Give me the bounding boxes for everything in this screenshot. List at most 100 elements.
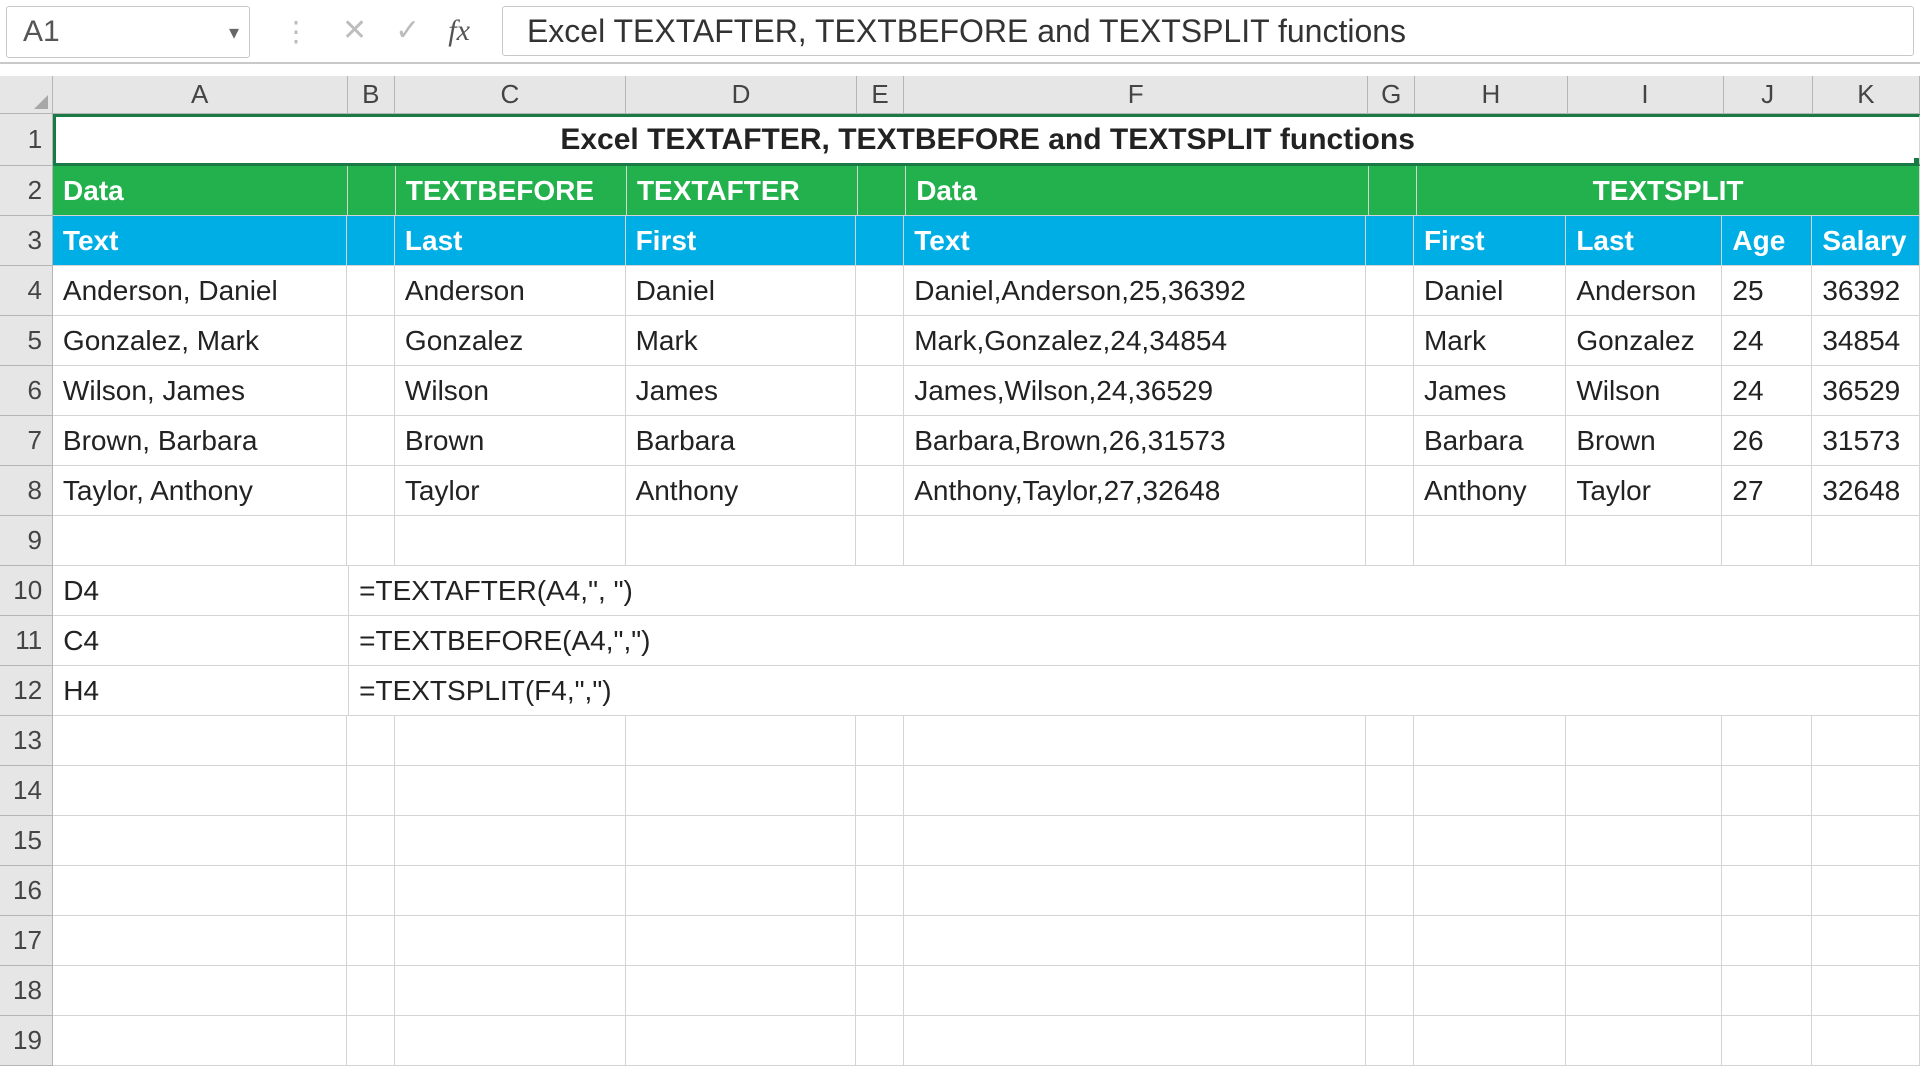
cell-H14[interactable]	[1414, 766, 1566, 816]
cell-C16[interactable]	[395, 866, 626, 916]
cell-B5[interactable]	[347, 316, 395, 366]
cell-K5[interactable]: 34854	[1812, 316, 1920, 366]
row-header-11[interactable]: 11	[0, 616, 53, 666]
cell-C13[interactable]	[395, 716, 626, 766]
cell-E3[interactable]	[856, 216, 904, 266]
cell-K4[interactable]: 36392	[1812, 266, 1920, 316]
cell-C17[interactable]	[395, 916, 626, 966]
cell-G16[interactable]	[1366, 866, 1414, 916]
cell-J16[interactable]	[1722, 866, 1812, 916]
cell-E8[interactable]	[856, 466, 904, 516]
cell-A6[interactable]: Wilson, James	[53, 366, 347, 416]
cell-G17[interactable]	[1366, 916, 1414, 966]
cell-G15[interactable]	[1366, 816, 1414, 866]
formula-input[interactable]: Excel TEXTAFTER, TEXTBEFORE and TEXTSPLI…	[502, 6, 1914, 56]
row-header-3[interactable]: 3	[0, 216, 53, 266]
cell-E19[interactable]	[856, 1016, 904, 1066]
cell-B9[interactable]	[347, 516, 395, 566]
row-header-17[interactable]: 17	[0, 916, 53, 966]
cell-D8[interactable]: Anthony	[626, 466, 857, 516]
cell-G5[interactable]	[1366, 316, 1414, 366]
cell-K17[interactable]	[1812, 916, 1920, 966]
row-header-12[interactable]: 12	[0, 666, 53, 716]
cell-J5[interactable]: 24	[1722, 316, 1812, 366]
cell-I13[interactable]	[1566, 716, 1722, 766]
row-header-1[interactable]: 1	[0, 114, 53, 166]
cancel-icon[interactable]: ✕	[342, 16, 367, 46]
cell-I14[interactable]	[1566, 766, 1722, 816]
col-header-I[interactable]: I	[1568, 76, 1724, 113]
cell-F16[interactable]	[904, 866, 1366, 916]
cell-E4[interactable]	[856, 266, 904, 316]
cell-H2-merged[interactable]: TEXTSPLIT	[1417, 166, 1920, 216]
cell-F8[interactable]: Anthony,Taylor,27,32648	[904, 466, 1366, 516]
cell-D6[interactable]: James	[626, 366, 857, 416]
cell-G6[interactable]	[1366, 366, 1414, 416]
cell-I8[interactable]: Taylor	[1566, 466, 1722, 516]
row-header-5[interactable]: 5	[0, 316, 53, 366]
cell-F15[interactable]	[904, 816, 1366, 866]
cell-F13[interactable]	[904, 716, 1366, 766]
cell-D9[interactable]	[626, 516, 857, 566]
col-header-A[interactable]: A	[53, 76, 348, 113]
col-header-K[interactable]: K	[1813, 76, 1920, 113]
cell-J9[interactable]	[1722, 516, 1812, 566]
select-all-corner[interactable]	[0, 76, 53, 113]
cell-I6[interactable]: Wilson	[1566, 366, 1722, 416]
cell-H15[interactable]	[1414, 816, 1566, 866]
cell-F2[interactable]: Data	[906, 166, 1369, 216]
cell-B4[interactable]	[347, 266, 395, 316]
cell-C19[interactable]	[395, 1016, 626, 1066]
cell-B14[interactable]	[347, 766, 395, 816]
cell-D5[interactable]: Mark	[626, 316, 857, 366]
cell-H7[interactable]: Barbara	[1414, 416, 1566, 466]
cell-E7[interactable]	[856, 416, 904, 466]
cell-C6[interactable]: Wilson	[395, 366, 626, 416]
fx-icon[interactable]: fx	[448, 14, 470, 48]
cell-A10[interactable]: D4	[53, 566, 349, 616]
cell-E2[interactable]	[858, 166, 906, 216]
row-header-4[interactable]: 4	[0, 266, 53, 316]
row-header-15[interactable]: 15	[0, 816, 53, 866]
cell-E5[interactable]	[856, 316, 904, 366]
cell-K19[interactable]	[1812, 1016, 1920, 1066]
cell-B13[interactable]	[347, 716, 395, 766]
cell-J19[interactable]	[1722, 1016, 1812, 1066]
cell-F14[interactable]	[904, 766, 1366, 816]
cell-D2[interactable]: TEXTAFTER	[627, 166, 858, 216]
cell-E15[interactable]	[856, 816, 904, 866]
col-header-G[interactable]: G	[1368, 76, 1415, 113]
cell-A11[interactable]: C4	[53, 616, 349, 666]
cell-K7[interactable]: 31573	[1812, 416, 1920, 466]
cell-A7[interactable]: Brown, Barbara	[53, 416, 347, 466]
cell-H19[interactable]	[1414, 1016, 1566, 1066]
cell-F9[interactable]	[904, 516, 1366, 566]
col-header-B[interactable]: B	[348, 76, 395, 113]
cell-G13[interactable]	[1366, 716, 1414, 766]
cell-B12[interactable]: =TEXTSPLIT(F4,",")	[349, 666, 1920, 716]
cell-I5[interactable]: Gonzalez	[1566, 316, 1722, 366]
cell-B6[interactable]	[347, 366, 395, 416]
chevron-down-icon[interactable]: ▾	[229, 20, 239, 45]
cell-I19[interactable]	[1566, 1016, 1722, 1066]
cell-K8[interactable]: 32648	[1812, 466, 1920, 516]
cell-K13[interactable]	[1812, 716, 1920, 766]
cell-D7[interactable]: Barbara	[626, 416, 857, 466]
cell-B19[interactable]	[347, 1016, 395, 1066]
cell-D15[interactable]	[626, 816, 857, 866]
cell-H13[interactable]	[1414, 716, 1566, 766]
cell-G7[interactable]	[1366, 416, 1414, 466]
cell-C4[interactable]: Anderson	[395, 266, 626, 316]
cell-K14[interactable]	[1812, 766, 1920, 816]
cell-H9[interactable]	[1414, 516, 1566, 566]
cell-H17[interactable]	[1414, 916, 1566, 966]
cell-C7[interactable]: Brown	[395, 416, 626, 466]
cell-J3[interactable]: Age	[1722, 216, 1812, 266]
cell-A17[interactable]	[53, 916, 347, 966]
cell-J13[interactable]	[1722, 716, 1812, 766]
cell-D16[interactable]	[626, 866, 857, 916]
cell-J15[interactable]	[1722, 816, 1812, 866]
cell-E17[interactable]	[856, 916, 904, 966]
cell-B16[interactable]	[347, 866, 395, 916]
cell-B15[interactable]	[347, 816, 395, 866]
